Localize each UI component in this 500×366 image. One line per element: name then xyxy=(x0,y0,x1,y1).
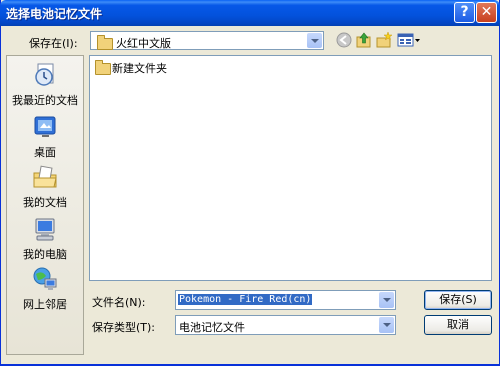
list-item[interactable]: 新建文件夹 xyxy=(93,59,193,75)
folder-icon xyxy=(97,35,113,50)
save-in-combo[interactable]: 火红中文版 xyxy=(90,31,324,50)
place-desktop[interactable]: 桌面 xyxy=(7,114,83,160)
filename-combo[interactable]: Pokemon - Fire Red(cn) xyxy=(175,290,396,310)
filename-input[interactable]: Pokemon - Fire Red(cn) xyxy=(178,294,313,305)
filetype-value: 电池记忆文件 xyxy=(179,321,245,334)
chevron-down-icon[interactable] xyxy=(379,292,394,308)
cancel-button[interactable]: 取消 xyxy=(424,315,492,335)
filename-label: 文件名(N): xyxy=(92,296,146,309)
place-network[interactable]: 网上邻居 xyxy=(7,266,83,312)
save-in-value: 火红中文版 xyxy=(116,37,171,50)
save-in-label: 保存在(I): xyxy=(29,37,78,50)
recent-documents-icon xyxy=(35,63,54,86)
folder-icon xyxy=(95,60,111,75)
place-label: 我的电脑 xyxy=(23,248,67,261)
back-icon[interactable] xyxy=(335,31,353,49)
place-label: 桌面 xyxy=(34,146,56,159)
title-bar[interactable]: 选择电池记忆文件 ? ✕ xyxy=(0,0,500,26)
dialog-title: 选择电池记忆文件 xyxy=(6,7,103,21)
close-button[interactable]: ✕ xyxy=(476,2,497,23)
filetype-select[interactable]: 电池记忆文件 xyxy=(175,315,396,335)
new-folder-icon[interactable] xyxy=(375,31,393,49)
desktop-icon xyxy=(34,116,56,137)
file-name: 新建文件夹 xyxy=(112,62,167,75)
place-label: 我的文档 xyxy=(23,196,67,209)
network-places-icon xyxy=(33,267,57,290)
chevron-down-icon[interactable] xyxy=(379,317,394,333)
file-list[interactable]: 新建文件夹 xyxy=(89,55,492,281)
places-bar: 我最近的文档 桌面 我的文档 我的电脑 网上邻居 xyxy=(6,55,84,355)
place-recent[interactable]: 我最近的文档 xyxy=(7,62,83,108)
place-my-documents[interactable]: 我的文档 xyxy=(7,164,83,210)
up-folder-icon[interactable] xyxy=(355,31,373,49)
my-computer-icon xyxy=(35,218,55,241)
chevron-down-icon[interactable] xyxy=(307,33,322,48)
view-menu-icon[interactable] xyxy=(397,31,421,49)
my-documents-icon xyxy=(33,165,57,188)
save-button[interactable]: 保存(S) xyxy=(424,290,492,310)
place-label: 我最近的文档 xyxy=(12,94,78,107)
filetype-label: 保存类型(T): xyxy=(92,321,156,334)
save-dialog: 选择电池记忆文件 ? ✕ 保存在(I): 火红中文版 我最近的文档 桌面 我的文… xyxy=(0,0,500,366)
place-label: 网上邻居 xyxy=(23,298,67,311)
help-button[interactable]: ? xyxy=(454,2,475,23)
place-my-computer[interactable]: 我的电脑 xyxy=(7,216,83,262)
